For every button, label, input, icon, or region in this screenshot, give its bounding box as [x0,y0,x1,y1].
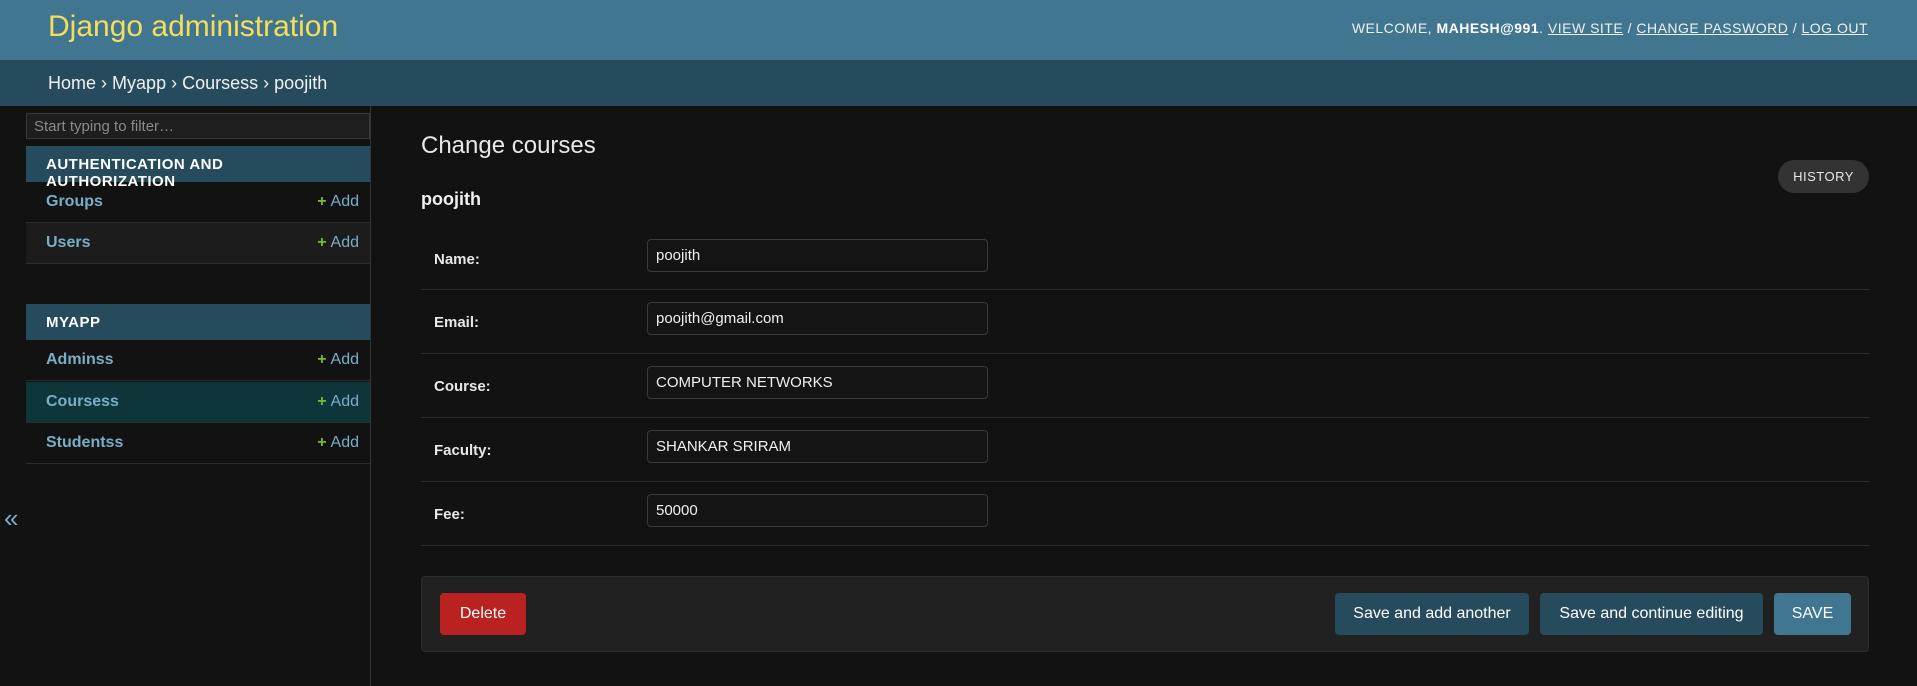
sidebar-item-groups: Groups + Add [26,182,370,223]
module-caption-auth[interactable]: Authentication and Authorization [26,146,370,190]
sidebar-item-users: Users + Add [26,223,370,264]
sidebar-item-studentss: Studentss + Add [26,423,370,464]
email-label: Email: [434,314,480,331]
sidebar: Authentication and Authorization Groups … [26,106,371,686]
breadcrumb-current: poojith [274,73,328,93]
delete-button[interactable]: Delete [440,593,526,635]
breadcrumb-model[interactable]: Coursess [182,73,258,93]
breadcrumb-home[interactable]: Home [48,73,96,93]
add-label: Add [330,193,359,210]
sidebar-item-label[interactable]: Adminss [46,351,114,369]
form-row-email: Email: [421,290,1869,354]
course-label: Course: [434,378,491,395]
separator: / [1627,20,1632,36]
plus-icon: + [317,234,327,251]
site-branding[interactable]: Django administration [48,10,338,44]
nav-filter-input[interactable] [26,113,370,139]
add-coursess-link[interactable]: + Add [317,393,359,411]
module-caption-myapp[interactable]: Myapp [26,304,370,340]
plus-icon: + [317,434,327,451]
object-title: poojith [421,189,481,209]
add-studentss-link[interactable]: + Add [317,434,359,452]
fee-label: Fee: [434,506,465,523]
save-and-continue-button[interactable]: Save and continue editing [1540,593,1763,635]
add-users-link[interactable]: + Add [317,234,359,252]
submit-row: Delete Save and add another Save and con… [421,576,1869,652]
add-adminss-link[interactable]: + Add [317,351,359,369]
plus-icon: + [317,193,327,210]
sidebar-collapse-icon[interactable]: « [4,503,18,534]
page-title: Change courses [421,132,596,159]
form-row-fee: Fee: [421,482,1869,546]
add-label: Add [330,234,359,251]
change-password-link[interactable]: Change password [1636,20,1788,36]
email-field[interactable] [647,302,988,335]
add-label: Add [330,393,359,410]
log-out-link[interactable]: Log out [1801,20,1868,36]
fee-field[interactable] [647,494,988,527]
form-row-course: Course: [421,354,1869,418]
sidebar-item-label[interactable]: Coursess [46,393,119,411]
faculty-label: Faculty: [434,442,492,459]
name-field[interactable] [647,239,988,272]
form-row-faculty: Faculty: [421,418,1869,482]
header: Django administration Welcome, mahesh@99… [0,0,1917,60]
faculty-field[interactable] [647,430,988,463]
breadcrumb: Home › Myapp › Coursess › poojith [0,60,1917,106]
sidebar-item-coursess: Coursess + Add [26,382,370,423]
user-tools: Welcome, mahesh@991. View site / Change … [1351,20,1868,36]
welcome-text: Welcome, [1351,20,1433,36]
sidebar-item-label[interactable]: Groups [46,193,103,211]
add-label: Add [330,434,359,451]
sidebar-item-adminss: Adminss + Add [26,340,370,381]
form-row-name: Name: [421,226,1869,290]
add-groups-link[interactable]: + Add [317,193,359,211]
sidebar-item-label[interactable]: Users [46,234,90,252]
plus-icon: + [317,351,327,368]
save-button[interactable]: SAVE [1774,593,1851,635]
course-field[interactable] [647,366,988,399]
save-and-add-another-button[interactable]: Save and add another [1335,593,1529,635]
separator: / [1792,20,1798,36]
history-button[interactable]: History [1778,160,1869,193]
plus-icon: + [317,393,327,410]
name-label: Name: [434,251,480,268]
username: mahesh@991 [1436,20,1540,36]
breadcrumb-separator: › [101,73,108,93]
view-site-link[interactable]: View site [1548,20,1623,36]
sidebar-item-label[interactable]: Studentss [46,434,123,452]
breadcrumb-app[interactable]: Myapp [112,73,166,93]
add-label: Add [330,351,359,368]
breadcrumb-separator: › [263,73,270,93]
breadcrumb-separator: › [171,73,178,93]
